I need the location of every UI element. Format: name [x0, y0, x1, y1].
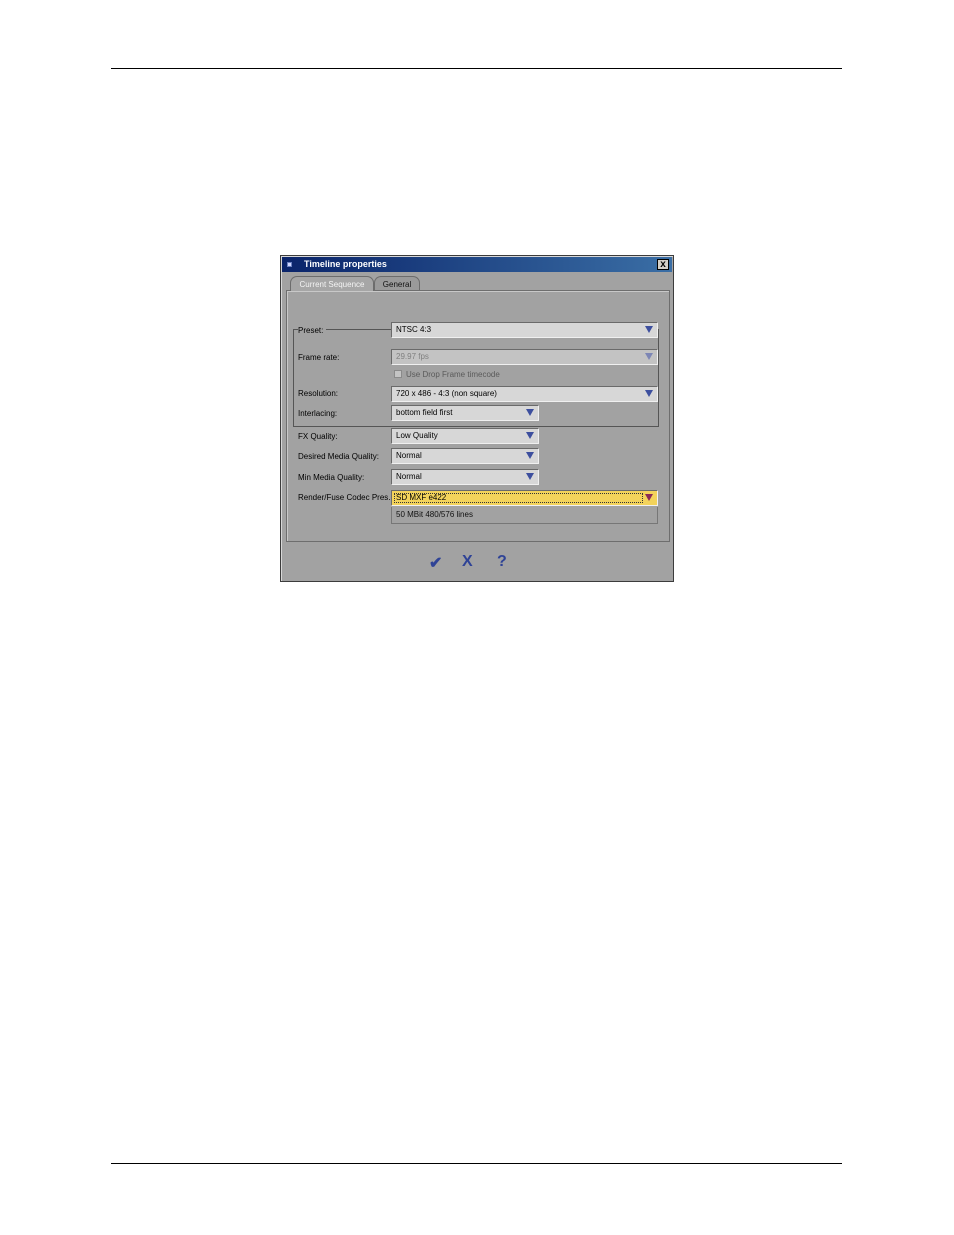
- frame-rate-value: 29.97 fps: [396, 352, 429, 361]
- render-codec-description: 50 MBit 480/576 lines: [391, 507, 658, 524]
- resolution-label: Resolution:: [298, 389, 339, 398]
- frame-rate-dropdown[interactable]: 29.97 fps: [391, 349, 658, 365]
- bottom-rule: [111, 1163, 842, 1164]
- title-bar[interactable]: Timeline properties x: [282, 257, 672, 272]
- close-button[interactable]: x: [657, 259, 669, 270]
- ok-button[interactable]: ✔: [429, 553, 442, 573]
- timeline-properties-dialog: Timeline properties x Current Sequence G…: [280, 255, 674, 582]
- window-title: Timeline properties: [304, 259, 387, 269]
- resolution-value: 720 x 486 - 4:3 (non square): [396, 389, 497, 398]
- resolution-dropdown[interactable]: 720 x 486 - 4:3 (non square): [391, 386, 658, 402]
- render-codec-dropdown[interactable]: SD MXF e422: [391, 490, 658, 506]
- triangle-down-icon: [526, 473, 534, 480]
- triangle-down-icon: [526, 432, 534, 439]
- fx-quality-label: FX Quality:: [298, 432, 338, 441]
- desired-media-quality-label: Desired Media Quality:: [298, 452, 379, 461]
- interlacing-value: bottom field first: [396, 408, 453, 417]
- min-media-quality-label: Min Media Quality:: [298, 473, 365, 482]
- triangle-down-icon: [645, 353, 653, 360]
- checkmark-icon: ✔: [429, 555, 443, 572]
- render-codec-label: Render/Fuse Codec Pres.: [298, 493, 391, 502]
- fx-quality-value: Low Quality: [396, 431, 438, 440]
- frame-rate-label: Frame rate:: [298, 353, 340, 362]
- preset-value: NTSC 4:3: [396, 325, 432, 334]
- preset-label: Preset:: [298, 326, 327, 335]
- question-icon: ?: [497, 553, 507, 570]
- tab-current-sequence[interactable]: Current Sequence: [290, 276, 374, 291]
- triangle-down-icon: [645, 390, 653, 397]
- triangle-down-icon: [645, 326, 653, 333]
- min-media-quality-value: Normal: [396, 472, 422, 481]
- interlacing-label: Interlacing:: [298, 409, 338, 418]
- triangle-down-icon: [526, 452, 534, 459]
- tab-general[interactable]: General: [374, 276, 420, 291]
- preset-dropdown[interactable]: NTSC 4:3: [391, 322, 658, 338]
- triangle-down-icon: [526, 409, 534, 416]
- interlacing-dropdown[interactable]: bottom field first: [391, 405, 539, 421]
- desired-media-quality-dropdown[interactable]: Normal: [391, 448, 539, 464]
- app-icon: [287, 262, 292, 267]
- drop-frame-checkbox[interactable]: [394, 370, 402, 378]
- x-icon: X: [462, 553, 473, 570]
- min-media-quality-dropdown[interactable]: Normal: [391, 469, 539, 485]
- triangle-down-icon: [645, 494, 653, 501]
- help-button[interactable]: ?: [497, 553, 507, 571]
- fx-quality-dropdown[interactable]: Low Quality: [391, 428, 539, 444]
- top-rule: [111, 68, 842, 69]
- desired-media-quality-value: Normal: [396, 451, 422, 460]
- cancel-button[interactable]: X: [462, 553, 473, 571]
- focus-indicator: [394, 493, 643, 503]
- drop-frame-label: Use Drop Frame timecode: [406, 370, 500, 379]
